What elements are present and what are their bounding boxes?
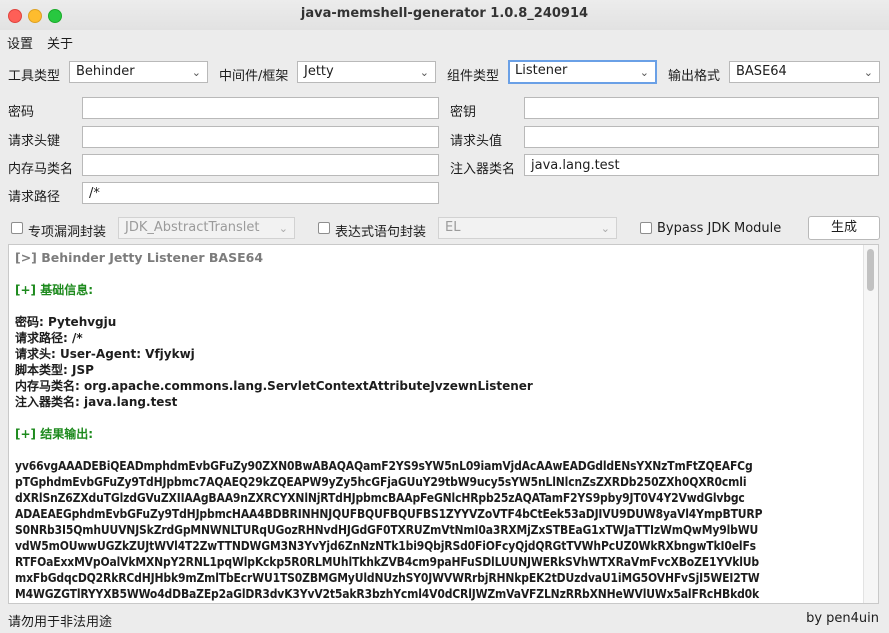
info-line: 请求头: User-Agent: Vfjykwj bbox=[15, 347, 195, 361]
chevron-down-icon: ⌄ bbox=[639, 66, 649, 79]
warning-text: 请勿用于非法用途 bbox=[8, 615, 113, 630]
bypass-jdk-label: Bypass JDK Module bbox=[657, 221, 782, 236]
tool-type-value: Behinder bbox=[76, 64, 135, 79]
output-format-label: 输出格式 bbox=[668, 69, 721, 84]
code-line: dXRlSnZ6ZXduTGlzdGVuZXIIAAgBAA9nZXRCYXNl… bbox=[15, 491, 745, 505]
menu-about[interactable]: 关于 bbox=[47, 33, 73, 52]
code-line: M4WGZGTlRYYXB5WWo4dDBaZEp2aGlDR3dvK3YvV2… bbox=[15, 587, 760, 601]
output-header: [>] Behinder Jetty Listener BASE64 bbox=[15, 250, 264, 265]
code-line: yv66vgAAADEBiQEADmphdmEvbGFuZy90ZXN0BwAB… bbox=[15, 459, 753, 473]
code-line: mxFbGdqcDQ2RkRCdHJHbk9mZmlTbEcrWU1TS0ZBM… bbox=[15, 571, 760, 585]
middleware-label: 中间件/框架 bbox=[219, 69, 289, 84]
vuln-wrap-label: 专项漏洞封装 bbox=[28, 225, 107, 240]
key-label: 密钥 bbox=[450, 105, 477, 120]
info-line: 脚本类型: JSP bbox=[15, 363, 94, 377]
menu-bar: 设置 关于 bbox=[0, 30, 889, 52]
expr-wrap-label: 表达式语句封装 bbox=[335, 225, 427, 240]
bypass-jdk-checkbox[interactable] bbox=[640, 222, 652, 234]
component-type-select[interactable]: Listener ⌄ bbox=[508, 60, 657, 84]
chevron-down-icon: ⌄ bbox=[419, 66, 429, 79]
header-key-input[interactable] bbox=[82, 126, 439, 148]
code-line: pTGphdmEvbGFuZy9TdHJpbmc7AQAEQ29kZQEAPW9… bbox=[15, 475, 747, 489]
code-line: vdW5mOUwwUGZkZUJtWVl4T2ZwTTNDWGM3N3YvYjd… bbox=[15, 539, 756, 553]
header-value-label: 请求头值 bbox=[450, 134, 503, 149]
component-type-label: 组件类型 bbox=[447, 69, 500, 84]
chevron-down-icon: ⌄ bbox=[600, 222, 610, 235]
key-input[interactable] bbox=[524, 97, 879, 119]
vuln-wrap-value: JDK_AbstractTranslet bbox=[125, 220, 260, 235]
tool-type-label: 工具类型 bbox=[8, 69, 61, 84]
result-title: [+] 结果输出: bbox=[15, 427, 94, 441]
scrollbar-thumb[interactable] bbox=[867, 249, 874, 291]
chevron-down-icon: ⌄ bbox=[278, 222, 288, 235]
author-text: by pen4uin bbox=[806, 611, 879, 626]
injector-class-input[interactable]: java.lang.test bbox=[524, 154, 879, 176]
password-label: 密码 bbox=[8, 105, 35, 120]
generate-button[interactable]: 生成 bbox=[808, 216, 880, 240]
output-text: [>] Behinder Jetty Listener BASE64 [+] 基… bbox=[15, 250, 855, 602]
expr-wrap-checkbox[interactable] bbox=[318, 222, 330, 234]
info-line: 请求路径: /* bbox=[15, 331, 83, 345]
menu-settings[interactable]: 设置 bbox=[7, 33, 33, 52]
basic-info-title: [+] 基础信息: bbox=[15, 283, 94, 297]
shell-class-input[interactable] bbox=[82, 154, 439, 176]
header-value-input[interactable] bbox=[524, 126, 879, 148]
expr-wrap-value: EL bbox=[445, 220, 461, 235]
chevron-down-icon: ⌄ bbox=[863, 66, 873, 79]
output-scrollbar[interactable] bbox=[863, 245, 878, 603]
header-key-label: 请求头键 bbox=[8, 134, 61, 149]
output-panel[interactable]: [>] Behinder Jetty Listener BASE64 [+] 基… bbox=[8, 244, 879, 604]
code-line: ADAEAEGphdmEvbGFuZy9TdHJpbmcHAA4BDBRINHN… bbox=[15, 507, 763, 521]
chevron-down-icon: ⌄ bbox=[191, 66, 201, 79]
window-title: java-memshell-generator 1.0.8_240914 bbox=[300, 6, 589, 21]
expr-wrap-select[interactable]: EL ⌄ bbox=[438, 217, 617, 239]
title-bar: java-memshell-generator 1.0.8_240914 bbox=[0, 0, 889, 31]
output-format-select[interactable]: BASE64 ⌄ bbox=[729, 61, 880, 83]
status-bar: 请勿用于非法用途 by pen4uin bbox=[0, 606, 889, 633]
code-line: S0NRb3I5QmhUUVNJSkZrdGpMNWNLTURqUGozRHNv… bbox=[15, 523, 759, 537]
tool-type-select[interactable]: Behinder ⌄ bbox=[69, 61, 208, 83]
shell-class-label: 内存马类名 bbox=[8, 162, 74, 177]
info-line: 注入器类名: java.lang.test bbox=[15, 395, 178, 409]
code-line: RTFOaExxMVpOalVkMXNpY2RNL1pqWlpKckp5R0RL… bbox=[15, 555, 759, 569]
injector-class-label: 注入器类名 bbox=[450, 162, 516, 177]
info-line: 密码: Pytehvgju bbox=[15, 315, 117, 329]
middleware-value: Jetty bbox=[304, 64, 334, 79]
output-format-value: BASE64 bbox=[736, 64, 787, 79]
vuln-wrap-select[interactable]: JDK_AbstractTranslet ⌄ bbox=[118, 217, 295, 239]
request-path-input[interactable]: /* bbox=[82, 182, 439, 204]
info-line: 内存马类名: org.apache.commons.lang.ServletCo… bbox=[15, 379, 533, 393]
component-type-value: Listener bbox=[515, 63, 568, 78]
password-input[interactable] bbox=[82, 97, 439, 119]
vuln-wrap-checkbox[interactable] bbox=[11, 222, 23, 234]
request-path-label: 请求路径 bbox=[8, 190, 61, 205]
middleware-select[interactable]: Jetty ⌄ bbox=[297, 61, 436, 83]
